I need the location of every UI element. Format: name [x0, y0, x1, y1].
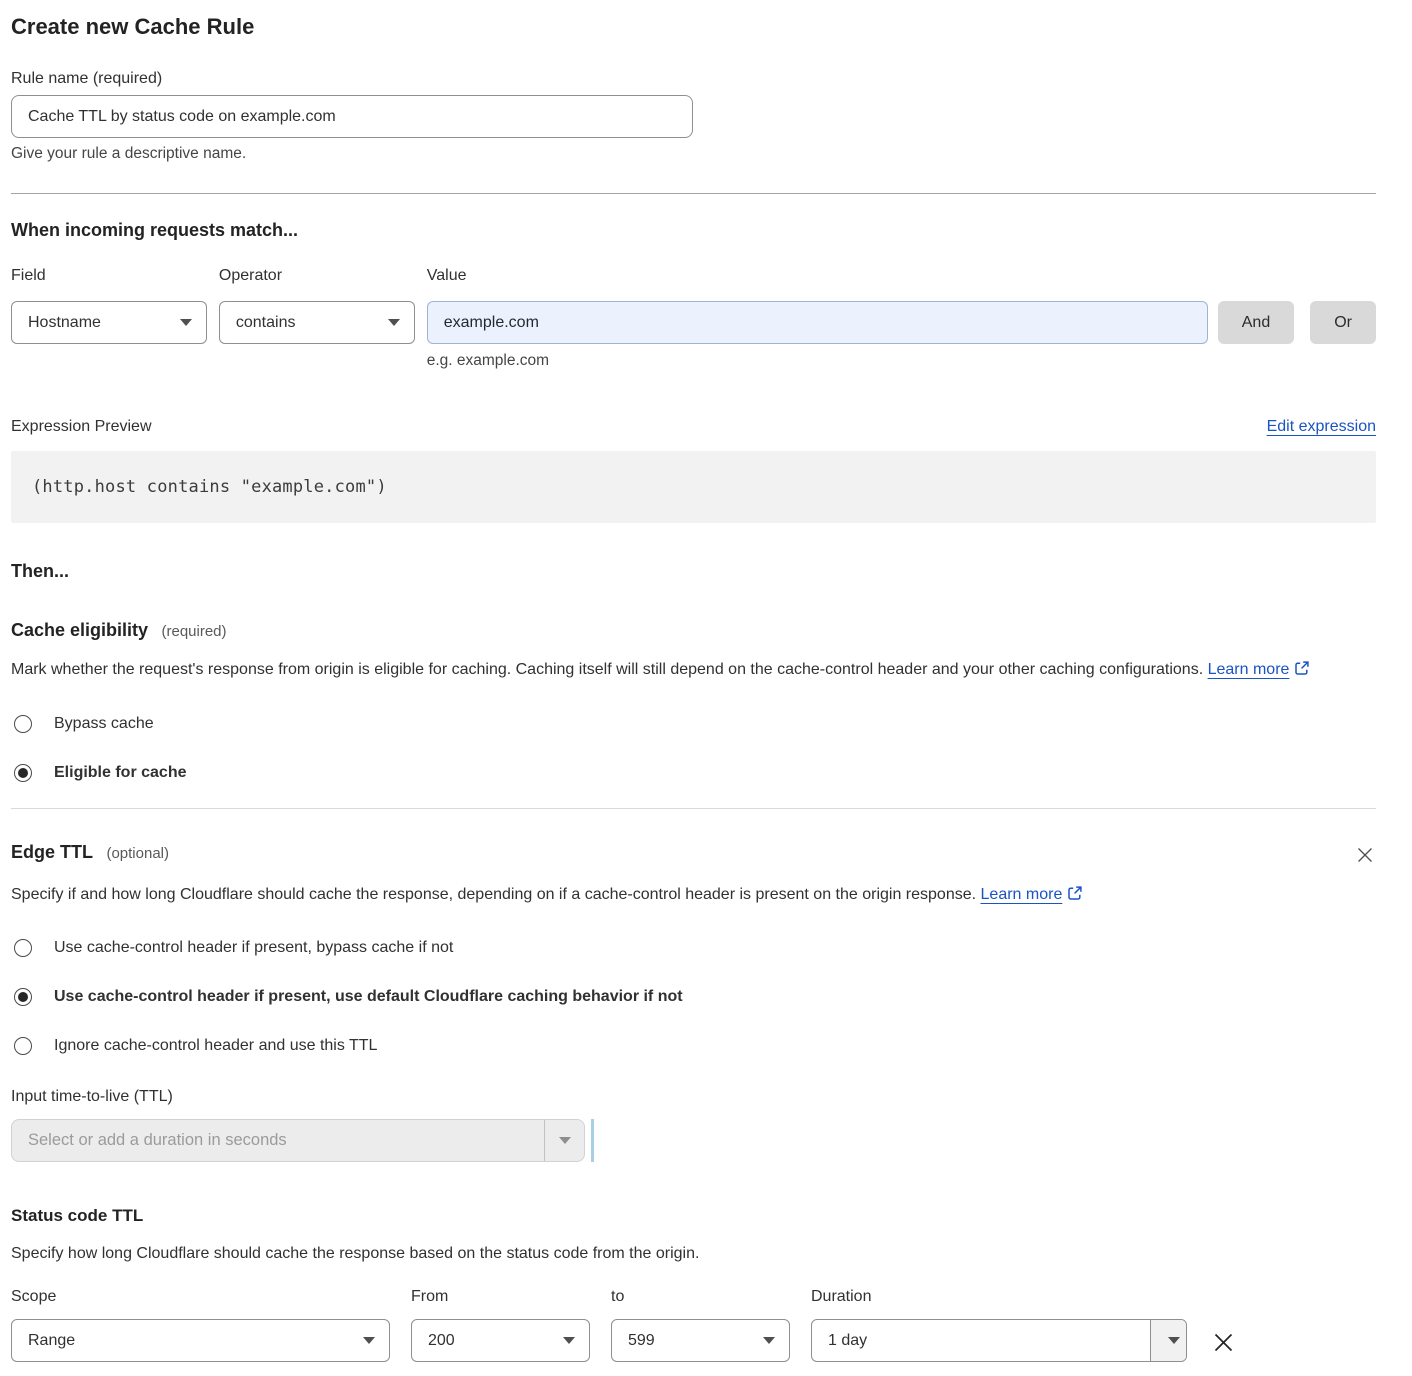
duration-label: Duration	[811, 1288, 1187, 1306]
status-code-ttl-heading: Status code TTL	[11, 1206, 1376, 1226]
then-heading: Then...	[11, 561, 1376, 582]
duration-select-value: 1 day	[812, 1320, 1150, 1361]
field-label: Field	[11, 267, 207, 285]
radio-label: Ignore cache-control header and use this…	[54, 1037, 377, 1055]
scope-select[interactable]: Range	[11, 1319, 390, 1362]
expression-header: Expression Preview Edit expression	[11, 418, 1376, 436]
chevron-down-icon	[763, 1337, 775, 1344]
close-edge-ttl-button[interactable]	[1354, 844, 1376, 869]
radio-icon[interactable]	[14, 939, 32, 957]
remove-icon	[1212, 1331, 1235, 1354]
learn-more-link[interactable]: Learn more	[981, 886, 1063, 903]
to-select[interactable]: 599	[611, 1319, 790, 1362]
chevron-down-icon	[388, 319, 400, 326]
to-label: to	[611, 1288, 790, 1306]
operator-label: Operator	[219, 267, 415, 285]
match-heading: When incoming requests match...	[11, 220, 1376, 241]
close-icon	[1356, 846, 1374, 864]
value-input[interactable]	[427, 301, 1208, 344]
ttl-duration-placeholder: Select or add a duration in seconds	[12, 1120, 544, 1161]
or-button[interactable]: Or	[1310, 301, 1376, 344]
cache-eligibility-heading: Cache eligibility	[11, 620, 148, 640]
field-select[interactable]: Hostname	[11, 301, 207, 344]
external-link-icon	[1067, 885, 1083, 901]
expression-preview-label: Expression Preview	[11, 418, 152, 436]
status-code-ttl-description: Specify how long Cloudflare should cache…	[11, 1240, 1376, 1268]
radio-label: Eligible for cache	[54, 764, 186, 782]
cache-eligibility-header: Cache eligibility (required)	[11, 620, 1376, 641]
text-cursor-bar	[591, 1119, 594, 1162]
match-row: Field Hostname Operator contains Value e…	[11, 267, 1376, 370]
rule-name-help: Give your rule a descriptive name.	[11, 145, 1376, 163]
radio-icon[interactable]	[14, 764, 32, 782]
ttl-input-label: Input time-to-live (TTL)	[11, 1088, 1376, 1106]
radio-ignore-header[interactable]: Ignore cache-control header and use this…	[11, 1037, 1376, 1055]
radio-icon[interactable]	[14, 1037, 32, 1055]
operator-select-value: contains	[236, 314, 296, 332]
chevron-down-icon	[180, 319, 192, 326]
chevron-down-icon	[559, 1137, 571, 1144]
scope-select-value: Range	[28, 1332, 75, 1350]
ttl-duration-caret-button[interactable]	[544, 1120, 584, 1161]
radio-label: Bypass cache	[54, 715, 154, 733]
rule-name-label: Rule name (required)	[11, 70, 1376, 88]
cache-eligibility-description-text: Mark whether the request's response from…	[11, 661, 1203, 678]
operator-select[interactable]: contains	[219, 301, 415, 344]
radio-icon[interactable]	[14, 715, 32, 733]
edge-ttl-description-text: Specify if and how long Cloudflare shoul…	[11, 886, 976, 903]
external-link-icon	[1294, 660, 1310, 676]
create-cache-rule-form: Create new Cache Rule Rule name (require…	[0, 0, 1412, 1362]
ttl-input-row: Select or add a duration in seconds	[11, 1106, 1376, 1162]
ttl-duration-select[interactable]: Select or add a duration in seconds	[11, 1119, 585, 1162]
expression-code: (http.host contains "example.com")	[32, 477, 387, 497]
expression-preview-box: (http.host contains "example.com")	[11, 451, 1376, 523]
edge-ttl-header: Edge TTL (optional)	[11, 842, 1376, 869]
from-label: From	[411, 1288, 590, 1306]
value-help: e.g. example.com	[427, 352, 1208, 370]
edge-ttl-description: Specify if and how long Cloudflare shoul…	[11, 881, 1111, 909]
radio-bypass-cache[interactable]: Bypass cache	[11, 715, 1376, 733]
status-code-ttl-row: Scope Range From 200 to 599 Duration	[11, 1288, 1376, 1362]
section-divider	[11, 193, 1376, 194]
radio-eligible-for-cache[interactable]: Eligible for cache	[11, 764, 1376, 782]
edge-ttl-heading: Edge TTL	[11, 842, 93, 862]
cache-eligibility-description: Mark whether the request's response from…	[11, 656, 1351, 684]
radio-use-header-default[interactable]: Use cache-control header if present, use…	[11, 988, 1376, 1006]
optional-badge: (optional)	[106, 845, 169, 862]
chevron-down-icon	[563, 1337, 575, 1344]
chevron-down-icon	[363, 1337, 375, 1344]
chevron-down-icon	[1168, 1337, 1180, 1344]
duration-select[interactable]: 1 day	[811, 1319, 1187, 1362]
required-badge: (required)	[162, 623, 227, 640]
radio-use-header-bypass[interactable]: Use cache-control header if present, byp…	[11, 939, 1376, 957]
remove-status-code-row-button[interactable]	[1210, 1329, 1237, 1359]
page-title: Create new Cache Rule	[11, 14, 1376, 40]
to-select-value: 599	[628, 1332, 655, 1350]
scope-label: Scope	[11, 1288, 390, 1306]
from-select-value: 200	[428, 1332, 455, 1350]
value-label: Value	[427, 267, 1208, 285]
edit-expression-link[interactable]: Edit expression	[1267, 418, 1376, 436]
section-divider	[11, 808, 1376, 809]
from-select[interactable]: 200	[411, 1319, 590, 1362]
radio-label: Use cache-control header if present, use…	[54, 988, 683, 1006]
radio-label: Use cache-control header if present, byp…	[54, 939, 453, 957]
duration-caret-button[interactable]	[1150, 1320, 1186, 1361]
learn-more-link[interactable]: Learn more	[1208, 661, 1290, 678]
field-select-value: Hostname	[28, 314, 101, 332]
and-button[interactable]: And	[1218, 301, 1294, 344]
rule-name-input[interactable]	[11, 95, 693, 138]
radio-icon[interactable]	[14, 988, 32, 1006]
